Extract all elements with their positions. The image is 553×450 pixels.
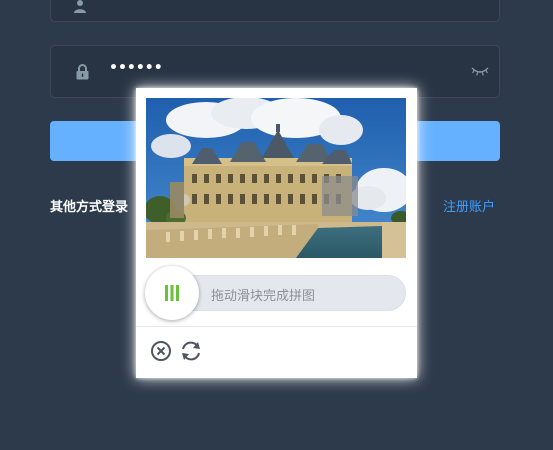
other-login-label: 其他方式登录 [50,200,129,215]
captcha-image [146,98,406,258]
slider-handle[interactable] [145,266,199,320]
refresh-icon[interactable] [179,340,203,362]
slider-hint: 拖动滑块完成拼图 [211,289,316,304]
castle-photo [146,98,406,258]
eye-closed-icon[interactable] [471,65,489,77]
username-field[interactable] [50,0,500,22]
captcha-divider [136,326,417,327]
password-value: •••••• [109,60,163,76]
user-icon [74,0,86,13]
close-icon[interactable] [150,340,172,362]
lock-icon [76,64,89,80]
register-link[interactable]: 注册账户 [443,196,495,215]
slider-captcha: 拖动滑块完成拼图 [136,88,417,378]
slider-bars-icon [165,285,179,301]
